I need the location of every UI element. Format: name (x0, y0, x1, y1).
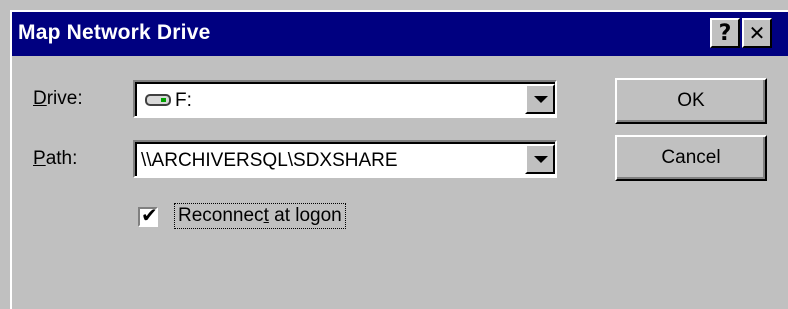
drive-label-accelerator: D (33, 88, 47, 109)
close-icon: ✕ (748, 21, 766, 45)
chevron-down-icon (534, 156, 548, 163)
reconnect-label-start: Reconnec (178, 205, 264, 226)
drive-combobox[interactable]: F: (133, 80, 557, 118)
cancel-button[interactable]: Cancel (615, 135, 767, 181)
window-title: Map Network Drive (18, 21, 211, 44)
path-combobox[interactable]: \\ARCHIVERSQL\SDXSHARE (133, 140, 557, 178)
path-combobox-field: \\ARCHIVERSQL\SDXSHARE (135, 142, 555, 176)
dialog: Map Network Drive ? ✕ Drive: F: Path: \\… (0, 0, 788, 309)
drive-label: Drive: (33, 88, 83, 110)
path-dropdown-button[interactable] (525, 144, 555, 174)
title-bar[interactable]: Map Network Drive ? ✕ (12, 12, 788, 56)
ok-button-label: OK (677, 90, 705, 111)
reconnect-label[interactable]: Reconnect at logon (174, 203, 346, 229)
path-value[interactable]: \\ARCHIVERSQL\SDXSHARE (141, 150, 398, 172)
reconnect-checkbox[interactable]: ✔ (138, 203, 158, 227)
network-drive-icon (145, 94, 171, 106)
cancel-button-label: Cancel (661, 147, 721, 168)
ok-button[interactable]: OK (615, 78, 767, 124)
help-icon: ? (718, 20, 732, 46)
help-button[interactable]: ? (710, 18, 740, 48)
drive-label-text: rive: (46, 88, 83, 109)
checkmark-icon: ✔ (141, 203, 158, 227)
close-button[interactable]: ✕ (742, 18, 772, 48)
path-label-text: ath: (45, 148, 78, 169)
drive-value: F: (175, 90, 192, 111)
reconnect-label-end: at logon (268, 205, 342, 226)
path-label: Path: (33, 148, 77, 170)
drive-combobox-field: F: (135, 82, 555, 116)
path-label-accelerator: P (33, 148, 46, 169)
chevron-down-icon (534, 96, 548, 103)
drive-dropdown-button[interactable] (525, 84, 555, 114)
